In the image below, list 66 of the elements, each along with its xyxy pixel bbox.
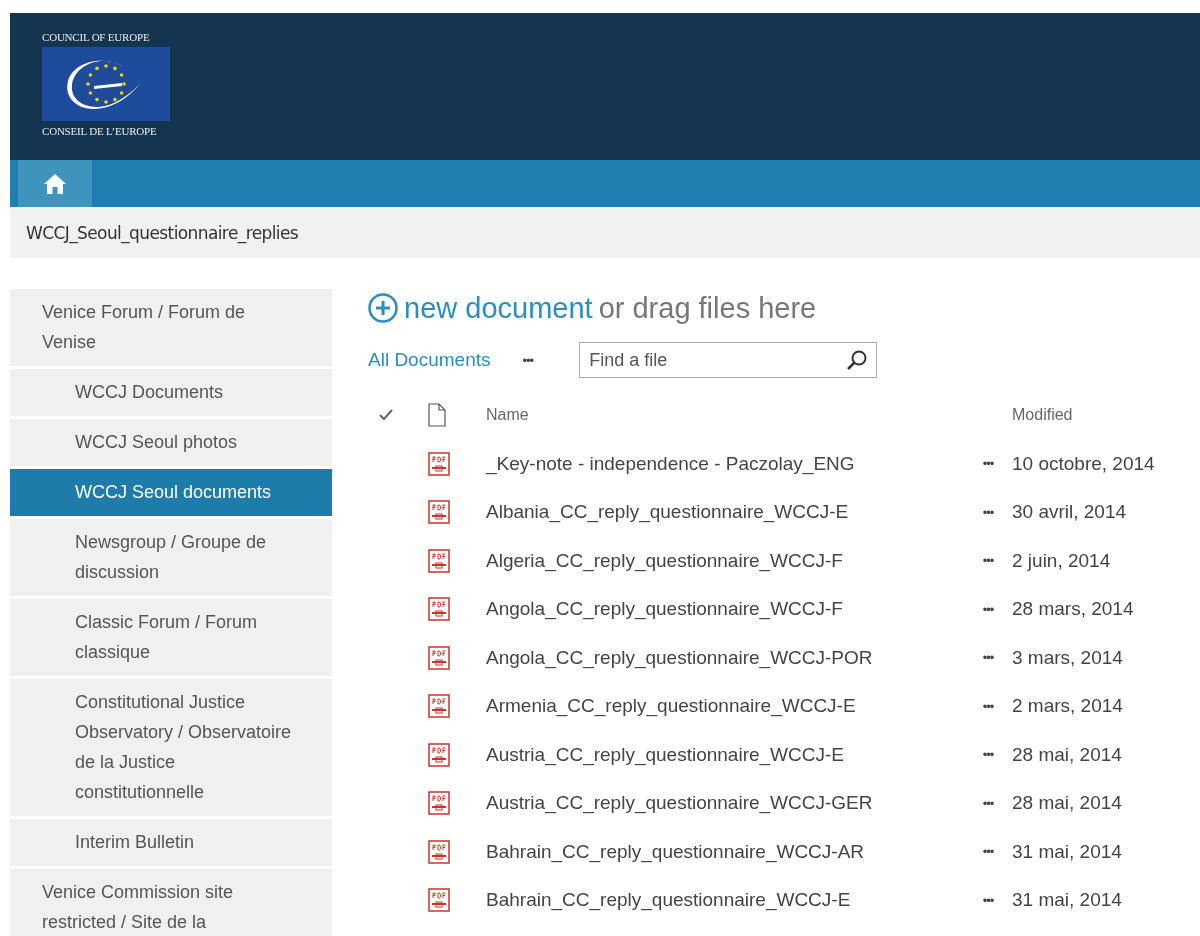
more-button[interactable]: ••• [964,650,1012,666]
file-name-link[interactable]: Bahrain_CC_reply_questionnaire_WCCJ-E [486,889,964,912]
search-field[interactable]: Find a file [579,342,878,378]
modified-date: 28 mai, 2014 [1012,792,1123,815]
sidebar-item[interactable]: Venice Forum / Forum de Venise [10,289,332,366]
pdf-file-icon [428,888,450,913]
more-button[interactable]: ••• [964,601,1012,617]
modified-date: 28 mai, 2014 [1012,743,1123,766]
modified-date: 31 mai, 2014 [1012,840,1123,863]
more-button[interactable]: ••• [964,795,1012,811]
file-name-link[interactable]: _Key-note - independence - Paczolay_ENG [486,452,964,475]
column-header[interactable]: Name [486,406,964,425]
pdf-file-icon [428,451,450,476]
logo-text: CONSEIL DE L’EUROPE [42,125,158,137]
home-icon [43,172,67,195]
file-name-link[interactable]: Austria_CC_reply_questionnaire_WCCJ-E [486,743,964,766]
sidebar-item[interactable]: WCCJ Documents [10,369,332,416]
modified-date: 3 mars, 2014 [1012,646,1124,669]
pdf-file-icon [428,500,450,525]
search-icon [846,349,869,371]
more-views-button[interactable]: ••• [522,352,534,368]
modified-date: 10 octobre, 2014 [1012,452,1156,475]
more-button[interactable]: ••• [964,553,1012,569]
sidebar-item[interactable]: Newsgroup / Groupe de discussion [10,519,332,596]
more-button[interactable]: ••• [964,844,1012,860]
document-icon [428,403,446,428]
emblem-icon [42,47,170,121]
modified-date: 31 mai, 2014 [1012,889,1123,912]
pdf-file-icon [428,597,450,622]
modified-date: 2 mars, 2014 [1012,695,1124,718]
more-button[interactable]: ••• [964,892,1012,908]
pdf-file-icon [428,791,450,816]
checkmark-icon[interactable] [378,408,394,423]
file-name-link[interactable]: Armenia_CC_reply_questionnaire_WCCJ-E [486,695,964,718]
home-button[interactable] [18,160,92,207]
file-name-link[interactable]: Albania_CC_reply_questionnaire_WCCJ-E [486,501,964,524]
pdf-file-icon [428,548,450,573]
sidebar-item[interactable]: Classic Forum / Forum classique [10,599,332,676]
pdf-file-icon [428,742,450,767]
modified-date: 30 avril, 2014 [1012,501,1128,524]
sidebar-item[interactable]: Constitutional Justice Observatory / Observatoire de la Justice constitutionnelle [10,679,332,816]
modified-date: 28 mars, 2014 [1012,598,1135,621]
sidebar-item[interactable]: Interim Bulletin [10,819,332,866]
pdf-file-icon [428,645,450,670]
more-button[interactable]: ••• [964,504,1012,520]
pdf-file-icon [428,694,450,719]
sidebar-item[interactable]: WCCJ Seoul documents [10,469,332,516]
logo-text: COUNCIL OF EUROPE [42,31,151,43]
more-button[interactable]: ••• [964,698,1012,714]
more-button[interactable]: ••• [964,456,1012,472]
modified-date: 2 juin, 2014 [1012,549,1112,572]
sidebar-item[interactable]: Venice Commission site restricted / Site de la [10,869,332,936]
sidebar-item[interactable]: WCCJ Seoul photos [10,419,332,466]
file-name-link[interactable]: Bahrain_CC_reply_questionnaire_WCCJ-AR [486,840,964,863]
drag-hint: or drag files here [598,291,817,325]
page-title: WCCJ_Seoul_questionnaire_replies [26,222,299,243]
plus-circle-icon [368,293,398,323]
more-button[interactable]: ••• [964,747,1012,763]
view-link[interactable]: All Documents [368,349,491,371]
file-name-link[interactable]: Austria_CC_reply_questionnaire_WCCJ-GER [486,792,964,815]
file-name-link[interactable]: Angola_CC_reply_questionnaire_WCCJ-F [486,598,964,621]
new-document-link[interactable]: new document [368,291,593,325]
file-name-link[interactable]: Angola_CC_reply_questionnaire_WCCJ-POR [486,646,964,669]
column-header[interactable]: Modified [1012,406,1200,425]
file-name-link[interactable]: Algeria_CC_reply_questionnaire_WCCJ-F [486,549,964,572]
pdf-file-icon [428,839,450,864]
